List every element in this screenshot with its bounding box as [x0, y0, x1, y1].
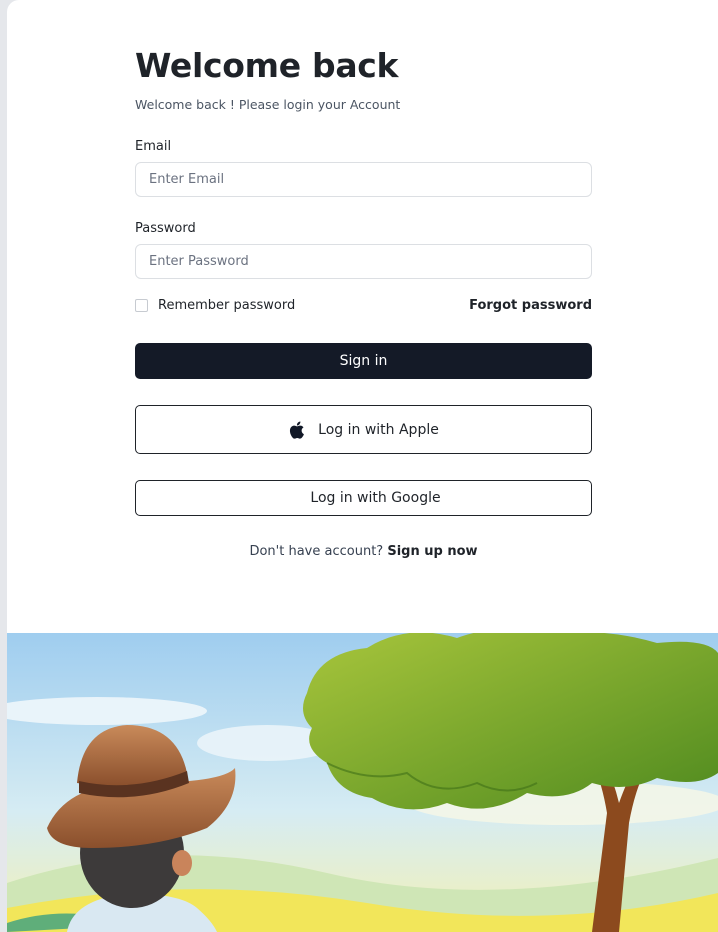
forgot-password-link[interactable]: Forgot password — [469, 298, 592, 313]
sign-in-label: Sign in — [339, 353, 388, 369]
signup-prompt-text: Don't have account? — [249, 544, 384, 559]
checkbox-icon[interactable] — [135, 299, 148, 312]
apple-login-label: Log in with Apple — [318, 421, 439, 438]
landscape-illustration — [7, 633, 718, 932]
apple-login-button[interactable]: Log in with Apple — [135, 405, 592, 454]
password-field[interactable] — [135, 244, 592, 279]
email-field[interactable] — [135, 162, 592, 197]
login-card: Welcome back Welcome back ! Please login… — [7, 0, 718, 932]
remember-password-toggle[interactable]: Remember password — [135, 298, 295, 313]
sign-in-button[interactable]: Sign in — [135, 343, 592, 379]
email-label: Email — [135, 139, 172, 154]
page-title: Welcome back — [135, 46, 399, 85]
signup-prompt: Don't have account? Sign up now — [135, 544, 592, 559]
signup-link[interactable]: Sign up now — [387, 544, 477, 559]
remember-password-label: Remember password — [158, 298, 296, 313]
password-label: Password — [135, 221, 196, 236]
apple-icon — [290, 420, 305, 439]
google-login-button[interactable]: Log in with Google — [135, 480, 592, 516]
page-subtitle: Welcome back ! Please login your Account — [135, 97, 401, 112]
google-login-label: Log in with Google — [310, 490, 441, 506]
